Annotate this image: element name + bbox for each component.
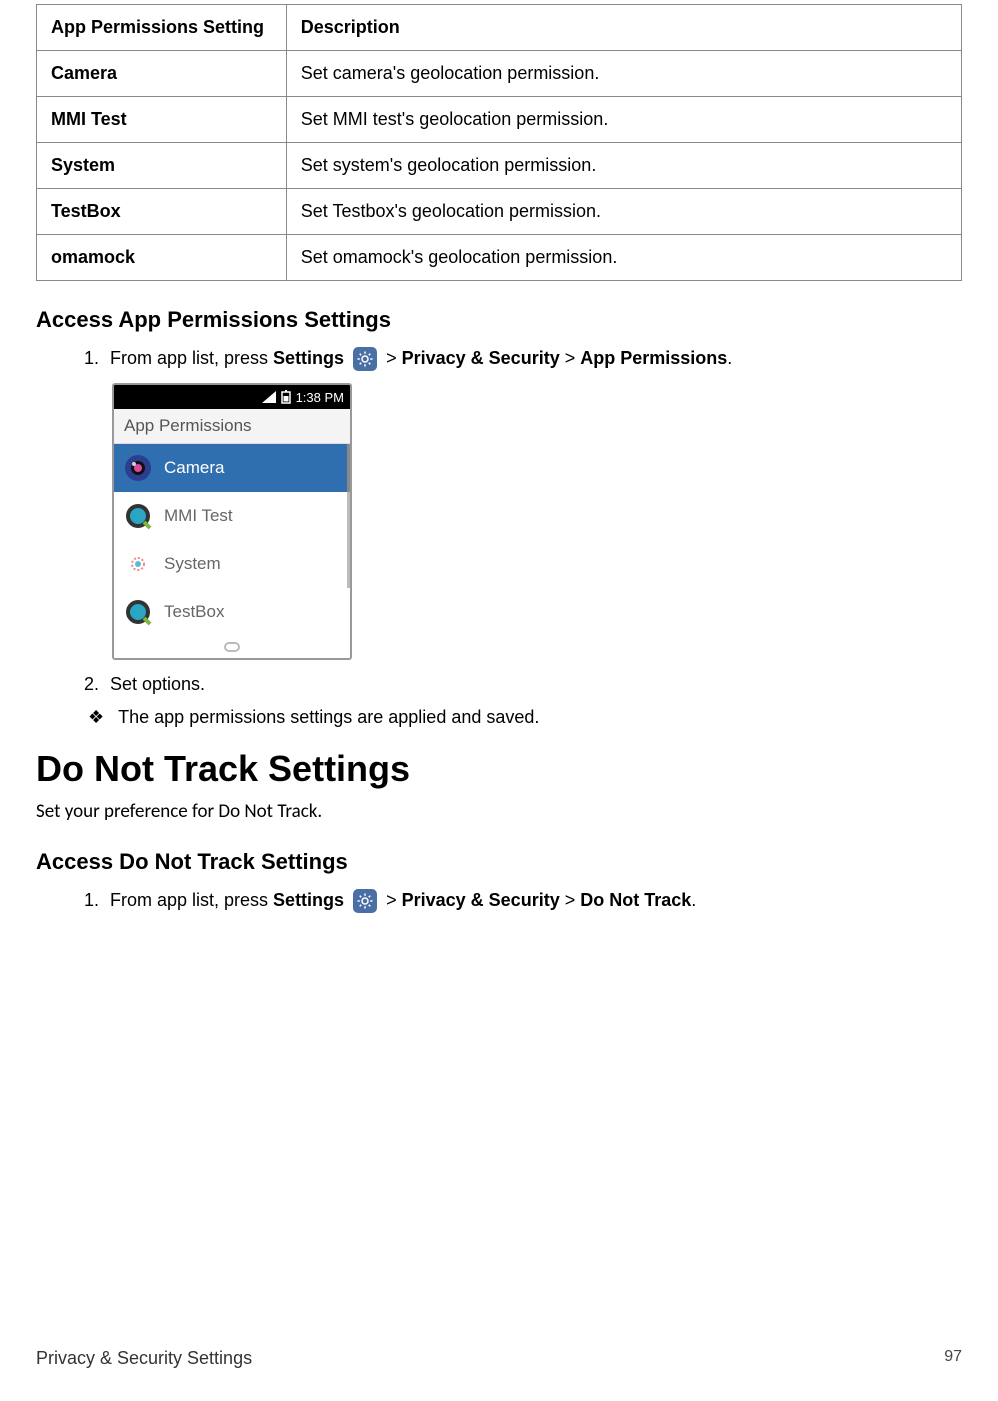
permission-row-system[interactable]: System (114, 540, 350, 588)
setting-description: Set Testbox's geolocation permission. (286, 189, 961, 235)
setting-description: Set system's geolocation permission. (286, 143, 961, 189)
gt-separator: > (386, 890, 402, 910)
setting-name: TestBox (37, 189, 287, 235)
settings-label: Settings (273, 348, 344, 368)
page-footer: Privacy & Security Settings 97 (36, 1348, 962, 1369)
permission-row-camera[interactable]: Camera (114, 444, 350, 492)
setting-description: Set MMI test's geolocation permission. (286, 97, 961, 143)
mmi-test-app-icon (124, 502, 152, 530)
app-permissions-label: App Permissions (580, 348, 727, 368)
table-row: System Set system's geolocation permissi… (37, 143, 962, 189)
permission-row-mmi-test[interactable]: MMI Test (114, 492, 350, 540)
setting-name: System (37, 143, 287, 189)
page-number: 97 (944, 1348, 962, 1369)
signal-icon (262, 391, 276, 403)
settings-label: Settings (273, 890, 344, 910)
setting-name: MMI Test (37, 97, 287, 143)
gt-separator: > (386, 348, 402, 368)
table-row: MMI Test Set MMI test's geolocation perm… (37, 97, 962, 143)
gt-separator: > (560, 890, 581, 910)
step-text: From app list, press (110, 890, 273, 910)
steps-list: From app list, press Settings > Privacy … (104, 347, 962, 371)
period: . (727, 348, 732, 368)
status-time: 1:38 PM (296, 390, 344, 405)
section-intro: Set your preference for Do Not Track. (36, 800, 962, 823)
step-2: Set options. (104, 674, 962, 695)
permissions-table: App Permissions Setting Description Came… (36, 4, 962, 281)
step-text: From app list, press (110, 348, 273, 368)
privacy-security-label: Privacy & Security (402, 348, 560, 368)
testbox-app-icon (124, 598, 152, 626)
camera-app-icon (124, 454, 152, 482)
table-header-row: App Permissions Setting Description (37, 5, 962, 51)
result-text: The app permissions settings are applied… (118, 707, 539, 728)
setting-description: Set camera's geolocation permission. (286, 51, 961, 97)
table-row: TestBox Set Testbox's geolocation permis… (37, 189, 962, 235)
step-1-dnt: From app list, press Settings > Privacy … (104, 889, 962, 913)
permission-label: MMI Test (164, 506, 233, 526)
table-header-setting: App Permissions Setting (37, 5, 287, 51)
app-permissions-header: App Permissions (114, 409, 350, 444)
steps-list-dnt: From app list, press Settings > Privacy … (104, 889, 962, 913)
diamond-bullet-icon: ❖ (88, 707, 104, 728)
table-row: Camera Set camera's geolocation permissi… (37, 51, 962, 97)
privacy-security-label: Privacy & Security (402, 890, 560, 910)
settings-icon (353, 347, 377, 371)
section-heading-access-app-permissions: Access App Permissions Settings (36, 307, 962, 333)
status-bar: 1:38 PM (114, 385, 350, 409)
section-heading-access-dnt: Access Do Not Track Settings (36, 849, 962, 875)
result-bullet: ❖ The app permissions settings are appli… (88, 707, 962, 728)
setting-description: Set omamock's geolocation permission. (286, 235, 961, 281)
settings-icon (353, 889, 377, 913)
setting-name: Camera (37, 51, 287, 97)
system-app-icon (124, 550, 152, 578)
table-row: omamock Set omamock's geolocation permis… (37, 235, 962, 281)
phone-screenshot: 1:38 PM App Permissions Camera MMI Test … (112, 383, 352, 660)
footer-section-title: Privacy & Security Settings (36, 1348, 252, 1369)
steps-list-continued: Set options. (104, 674, 962, 695)
setting-name: omamock (37, 235, 287, 281)
permission-label: Camera (164, 458, 224, 478)
home-indicator-icon (114, 636, 350, 658)
permission-label: System (164, 554, 221, 574)
battery-icon (280, 390, 292, 404)
permission-label: TestBox (164, 602, 224, 622)
table-header-description: Description (286, 5, 961, 51)
step-1: From app list, press Settings > Privacy … (104, 347, 962, 371)
permission-row-testbox[interactable]: TestBox (114, 588, 350, 636)
period: . (691, 890, 696, 910)
section-title-do-not-track: Do Not Track Settings (36, 748, 962, 790)
gt-separator: > (560, 348, 581, 368)
do-not-track-label: Do Not Track (580, 890, 691, 910)
